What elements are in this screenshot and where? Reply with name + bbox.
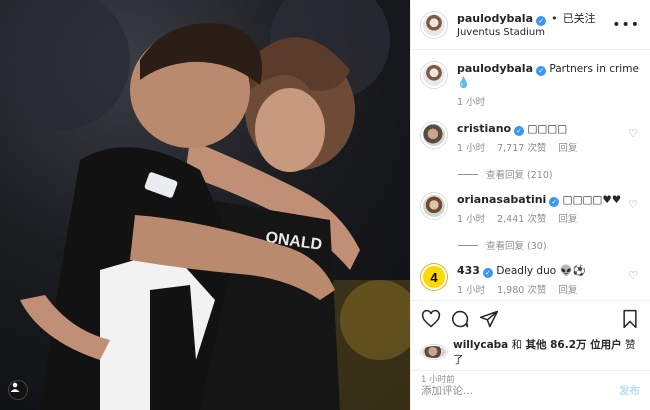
caption-avatar[interactable] <box>421 62 447 88</box>
likes-joiner: 和 <box>511 339 523 351</box>
post-location[interactable]: Juventus Stadium <box>457 26 596 40</box>
view-replies-label: 查看回复 (30) <box>486 241 547 252</box>
author-meta: paulodybala ✓ • 已关注 Juventus Stadium <box>457 10 596 40</box>
comment-avatar[interactable] <box>421 122 447 148</box>
view-replies-button[interactable]: 查看回复 (30) <box>458 238 640 252</box>
comment-item: cristiano ✓ □□□□ 1 小时 7,717 次赞 回复 ♡ <box>421 122 640 156</box>
comment-likes[interactable]: 2,441 次赞 <box>497 214 546 225</box>
following-button[interactable]: 已关注 <box>563 12 596 25</box>
photo-illustration: ONALD <box>0 0 410 410</box>
comment-text: □□□□♥♥ <box>562 194 622 206</box>
follow-separator: • <box>551 11 558 25</box>
comment-username[interactable]: 433 <box>457 264 480 277</box>
comment-username[interactable]: cristiano <box>457 122 511 135</box>
post-photo[interactable]: ONALD <box>0 0 410 410</box>
comment-item: orianasabatini ✓ □□□□♥♥ 1 小时 2,441 次赞 回复 … <box>421 193 640 227</box>
comment-avatar[interactable]: 4 <box>421 264 447 290</box>
more-options-icon[interactable]: ••• <box>612 17 640 33</box>
comment-item: 4 433 ✓ Deadly duo 👽⚽ 1 小时 1,980 次赞 回复 ♡ <box>421 264 640 298</box>
user-tag-icon[interactable] <box>8 380 28 400</box>
verified-badge-icon: ✓ <box>536 66 546 76</box>
comment-heart-icon[interactable]: ♡ <box>628 198 638 211</box>
reply-button[interactable]: 回复 <box>558 214 577 225</box>
comment-heart-icon[interactable]: ♡ <box>628 269 638 282</box>
post-header: paulodybala ✓ • 已关注 Juventus Stadium ••• <box>411 0 650 50</box>
liker-avatar[interactable] <box>421 345 447 359</box>
comment-time[interactable]: 1 小时 <box>457 143 485 154</box>
action-bar <box>421 307 640 331</box>
reply-button[interactable]: 回复 <box>558 285 577 296</box>
comment-time[interactable]: 1 小时 <box>457 214 485 225</box>
comment-heart-icon[interactable]: ♡ <box>628 127 638 140</box>
likes-summary[interactable]: willycaba 和 其他 86.2万 位用户 赞了 <box>421 337 640 367</box>
replies-divider <box>458 244 478 246</box>
comment-username[interactable]: orianasabatini <box>457 193 546 206</box>
caption-username[interactable]: paulodybala <box>457 62 533 75</box>
comment-time[interactable]: 1 小时 <box>457 285 485 296</box>
post-sidebar: paulodybala ✓ • 已关注 Juventus Stadium ••• … <box>410 0 650 410</box>
comment-likes[interactable]: 7,717 次赞 <box>497 143 546 154</box>
comment-icon[interactable] <box>450 309 470 329</box>
bookmark-icon[interactable] <box>620 309 640 329</box>
verified-badge-icon: ✓ <box>482 268 493 278</box>
post-comment-button[interactable]: 发布 <box>619 383 640 398</box>
comment-avatar[interactable] <box>421 193 447 219</box>
verified-badge-icon: ✓ <box>514 126 525 136</box>
author-avatar[interactable] <box>421 11 447 38</box>
caption: paulodybala ✓ Partners in crime 💧 1 小时 <box>421 62 640 110</box>
comment-text: Deadly duo 👽⚽ <box>496 265 586 277</box>
caption-time[interactable]: 1 小时 <box>457 97 485 108</box>
view-replies-label: 查看回复 (210) <box>486 170 553 181</box>
liker-username[interactable]: willycaba <box>453 339 508 351</box>
replies-divider <box>458 173 478 175</box>
verified-badge-icon: ✓ <box>549 197 560 207</box>
add-comment-bar: 添加评论... 发布 <box>411 370 650 410</box>
heart-icon[interactable] <box>421 309 441 329</box>
comment-text: □□□□ <box>527 123 568 135</box>
author-username[interactable]: paulodybala <box>457 12 533 25</box>
comment-input[interactable]: 添加评论... <box>421 383 473 398</box>
view-replies-button[interactable]: 查看回复 (210) <box>458 167 640 181</box>
likes-others[interactable]: 其他 86.2万 位用户 <box>525 339 621 351</box>
comment-likes[interactable]: 1,980 次赞 <box>497 285 546 296</box>
verified-badge-icon: ✓ <box>536 15 546 26</box>
reply-button[interactable]: 回复 <box>558 143 577 154</box>
comments-list[interactable]: paulodybala ✓ Partners in crime 💧 1 小时 cr… <box>411 50 650 300</box>
share-icon[interactable] <box>479 309 499 329</box>
